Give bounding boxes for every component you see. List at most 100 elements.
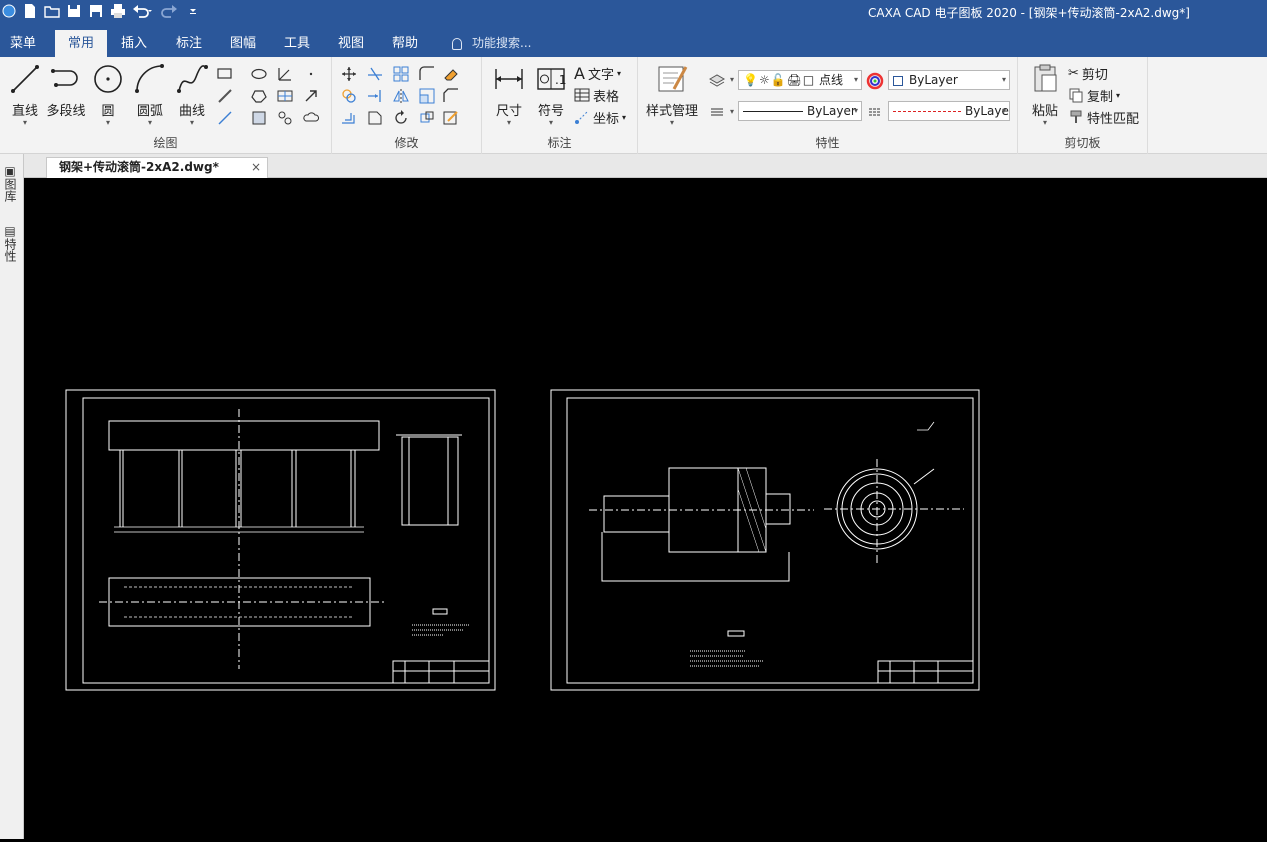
tab-view[interactable]: 视图 bbox=[327, 30, 375, 57]
circle-button[interactable]: 圆 ▾ bbox=[85, 63, 131, 127]
chevron-down-icon[interactable]: ▾ bbox=[730, 107, 734, 116]
color-wheel-icon[interactable] bbox=[866, 72, 884, 90]
mirror-icon[interactable] bbox=[392, 87, 410, 105]
copy-object-icon[interactable] bbox=[340, 87, 358, 105]
color-select[interactable]: ByLayer ▾ bbox=[888, 70, 1010, 90]
redo-icon[interactable] bbox=[160, 3, 182, 19]
dimension-button[interactable]: 尺寸 ▾ bbox=[486, 63, 532, 127]
tab-tools[interactable]: 工具 bbox=[273, 30, 321, 57]
polygon-icon[interactable] bbox=[250, 87, 268, 105]
curve-button[interactable]: 曲线 ▾ bbox=[169, 63, 215, 127]
layer-select[interactable]: 💡☼🔓🖨□ 点线 ▾ bbox=[738, 70, 862, 90]
save-icon[interactable] bbox=[66, 3, 82, 19]
tab-common[interactable]: 常用 bbox=[55, 30, 107, 57]
close-icon[interactable]: × bbox=[251, 158, 261, 177]
point-icon[interactable] bbox=[302, 65, 320, 83]
app-icon[interactable] bbox=[2, 4, 16, 18]
print-icon[interactable] bbox=[110, 3, 126, 19]
lineweight-select[interactable]: ByLaye ▾ bbox=[888, 101, 1010, 121]
angle-line-icon[interactable] bbox=[276, 65, 294, 83]
cut-button[interactable]: ✂ 剪切 bbox=[1068, 63, 1108, 83]
tab-help[interactable]: 帮助 bbox=[381, 30, 429, 57]
grid-icon[interactable] bbox=[276, 87, 294, 105]
line-icon bbox=[11, 65, 39, 93]
library-tab-label: 图库 bbox=[3, 178, 17, 202]
text-button[interactable]: A 文字 ▾ bbox=[574, 63, 621, 83]
paste-label: 粘贴 bbox=[1031, 104, 1058, 119]
draw-group: 直线 ▾ 多段线 圆 ▾ 圆弧 ▾ 曲线 ▾ 绘图 bbox=[0, 57, 332, 154]
trim-icon[interactable] bbox=[366, 65, 384, 83]
match-properties-button[interactable]: 特性匹配 bbox=[1068, 107, 1139, 127]
region-icon[interactable] bbox=[250, 109, 268, 127]
linetype-scale-icon[interactable] bbox=[866, 103, 884, 121]
chevron-down-icon: ▾ bbox=[147, 118, 152, 127]
tab-menu[interactable]: 菜单 bbox=[0, 30, 46, 57]
pattern-icon[interactable] bbox=[276, 109, 294, 127]
layer-manager-icon[interactable] bbox=[708, 71, 726, 89]
lineweight-icon[interactable] bbox=[708, 103, 726, 121]
chevron-down-icon: ▾ bbox=[853, 75, 858, 84]
paste-button[interactable]: 粘贴 ▾ bbox=[1022, 63, 1068, 127]
document-tab[interactable]: 钢架+传动滚筒-2xA2.dwg* × bbox=[46, 157, 268, 178]
table-button[interactable]: 表格 bbox=[574, 85, 619, 105]
sheet-drive-drum[interactable] bbox=[550, 389, 980, 691]
edit-icon[interactable] bbox=[442, 109, 460, 127]
coordinate-label: 坐标 bbox=[593, 111, 620, 127]
library-tab[interactable]: ▣图库 bbox=[3, 164, 19, 202]
move-icon[interactable] bbox=[340, 65, 358, 83]
properties-tab-label: 特性 bbox=[3, 238, 17, 262]
chamfer-icon[interactable] bbox=[442, 87, 460, 105]
title-bar: CAXA CAD 电子图板 2020 - [钢架+传动滚筒-2xA2.dwg*] bbox=[0, 0, 1267, 30]
drawing-area bbox=[65, 389, 980, 691]
customize-icon[interactable] bbox=[188, 3, 198, 19]
scale-icon[interactable] bbox=[418, 87, 436, 105]
chevron-down-icon: ▾ bbox=[669, 118, 674, 127]
text-icon: A bbox=[574, 63, 585, 83]
stretch-icon[interactable] bbox=[366, 109, 384, 127]
revision-cloud-icon[interactable] bbox=[302, 109, 320, 127]
style-manager-button[interactable]: 样式管理 ▾ bbox=[642, 63, 702, 127]
arc-button[interactable]: 圆弧 ▾ bbox=[127, 63, 173, 127]
draw-group-label: 绘图 bbox=[153, 136, 178, 150]
window-title: CAXA CAD 电子图板 2020 - [钢架+传动滚筒-2xA2.dwg*] bbox=[868, 6, 1190, 20]
coordinate-button[interactable]: 坐标 ▾ bbox=[574, 107, 626, 127]
curve-label: 曲线 bbox=[178, 104, 205, 119]
chevron-down-icon[interactable]: ▾ bbox=[730, 75, 734, 84]
document-tab-strip: 钢架+传动滚筒-2xA2.dwg* × bbox=[24, 154, 1267, 178]
document-tab-label: 钢架+传动滚筒-2xA2.dwg* bbox=[59, 160, 219, 174]
extend-icon[interactable] bbox=[366, 87, 384, 105]
rotate-icon[interactable] bbox=[392, 109, 410, 127]
polyline-button[interactable]: 多段线 bbox=[42, 63, 90, 125]
copy-button[interactable]: 复制 ▾ bbox=[1068, 85, 1120, 105]
arrow-icon[interactable] bbox=[302, 87, 320, 105]
array-icon[interactable] bbox=[392, 65, 410, 83]
chevron-down-icon: ▾ bbox=[548, 118, 553, 127]
color-swatch bbox=[893, 75, 903, 86]
save-as-icon[interactable] bbox=[88, 3, 104, 19]
color-select-value: ByLayer bbox=[909, 73, 958, 87]
new-icon[interactable] bbox=[22, 3, 38, 19]
ribbon-panel: 直线 ▾ 多段线 圆 ▾ 圆弧 ▾ 曲线 ▾ 绘图 修改 尺寸 ▾ .1 符号 … bbox=[0, 57, 1267, 154]
feature-search[interactable]: 功能搜索... bbox=[452, 30, 531, 57]
rectangle-icon[interactable] bbox=[216, 65, 234, 83]
ellipse-icon[interactable] bbox=[250, 65, 268, 83]
tab-annotate[interactable]: 标注 bbox=[165, 30, 213, 57]
sheet-steel-frame[interactable] bbox=[65, 389, 496, 691]
properties-tab[interactable]: ▤特性 bbox=[3, 224, 19, 262]
open-icon[interactable] bbox=[44, 3, 60, 19]
hatch-line-icon[interactable] bbox=[216, 87, 234, 105]
symbol-button[interactable]: .1 符号 ▾ bbox=[528, 63, 574, 127]
chevron-down-icon: ▾ bbox=[506, 118, 511, 127]
linetype-select[interactable]: ByLayer ▾ bbox=[738, 101, 862, 121]
explode-icon[interactable] bbox=[418, 109, 436, 127]
tab-sheet[interactable]: 图幅 bbox=[219, 30, 267, 57]
tab-insert[interactable]: 插入 bbox=[110, 30, 158, 57]
properties-group: 样式管理 ▾ ▾ 💡☼🔓🖨□ 点线 ▾ ByLayer ▾ ▾ ByLayer … bbox=[638, 57, 1018, 154]
offset-icon[interactable] bbox=[340, 109, 358, 127]
erase-icon[interactable] bbox=[442, 65, 460, 83]
curve-icon bbox=[177, 65, 208, 93]
drawing-canvas[interactable] bbox=[24, 179, 1267, 839]
undo-icon[interactable] bbox=[132, 3, 154, 19]
centerline-icon[interactable] bbox=[216, 109, 234, 127]
fillet-icon[interactable] bbox=[418, 65, 436, 83]
